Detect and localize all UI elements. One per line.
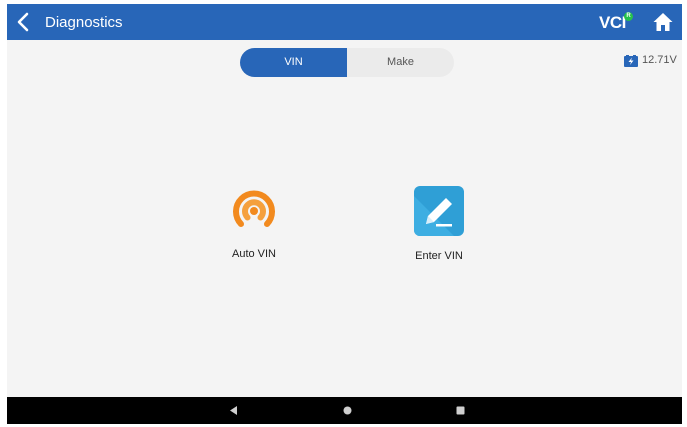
home-icon[interactable] (652, 11, 674, 33)
battery-charging-icon (624, 55, 638, 67)
back-arrow-icon[interactable] (12, 10, 36, 34)
tab-vin[interactable]: VIN (240, 48, 347, 77)
tab-make[interactable]: Make (347, 48, 454, 77)
app-screen: Diagnostics VCI R VIN Make 12.71V Auto V… (7, 4, 682, 397)
device-frame: Diagnostics VCI R VIN Make 12.71V Auto V… (0, 0, 687, 427)
vin-make-toggle: VIN Make (240, 48, 454, 77)
edit-pencil-icon (414, 186, 464, 236)
vci-label: VCI (599, 13, 626, 32)
auto-vin-option[interactable]: Auto VIN (209, 184, 299, 264)
wireless-signal-icon (233, 190, 275, 227)
enter-vin-label: Enter VIN (415, 250, 463, 262)
vci-connected-badge: R (624, 12, 633, 21)
top-bar: Diagnostics VCI R (7, 4, 682, 40)
nav-back-icon[interactable] (227, 404, 240, 417)
vci-status[interactable]: VCI R (599, 10, 633, 34)
page-title: Diagnostics (45, 14, 123, 31)
auto-vin-label: Auto VIN (231, 248, 277, 260)
enter-vin-option[interactable]: Enter VIN (394, 186, 484, 266)
battery-voltage: 12.71V (642, 54, 677, 66)
nav-home-icon[interactable] (341, 404, 354, 417)
system-navigation-bar (7, 397, 682, 424)
nav-recents-icon[interactable] (454, 404, 467, 417)
